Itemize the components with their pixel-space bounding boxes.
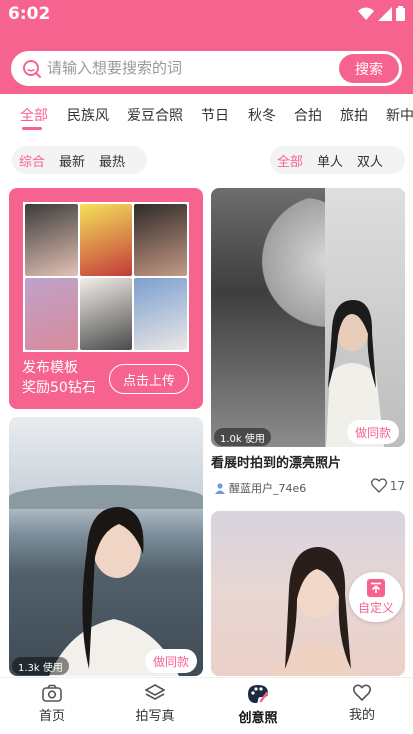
tab-idol-photo[interactable]: 爱豆合照	[127, 105, 183, 125]
signal-icon	[378, 6, 392, 21]
layers-icon	[145, 684, 165, 700]
like-count: 17	[389, 478, 405, 493]
card-info: 看展时拍到的漂亮照片 醒蓝用户_74e6 17	[211, 452, 405, 495]
nav-creative[interactable]: 创意照	[223, 684, 293, 726]
usage-badge: 1.0k 使用	[214, 428, 271, 446]
search-icon	[23, 60, 41, 78]
card-author[interactable]: 醒蓝用户_74e6	[215, 480, 306, 496]
author-name: 醒蓝用户_74e6	[229, 482, 307, 495]
palette-icon	[248, 685, 269, 703]
make-same-button[interactable]: 做同款	[144, 649, 197, 673]
upload-arrow-icon	[367, 578, 385, 597]
search-bar: 搜索	[11, 51, 402, 86]
card-title: 看展时拍到的漂亮照片	[211, 456, 342, 471]
filter-hottest[interactable]: 最热	[92, 151, 132, 170]
tab-all[interactable]: 全部	[20, 105, 48, 125]
template-collage-image	[23, 202, 189, 352]
nav-portrait[interactable]: 拍写真	[120, 684, 190, 724]
status-bar: 6:02	[0, 0, 413, 30]
portrait-image	[49, 507, 179, 676]
customize-button[interactable]: 自定义	[349, 572, 403, 622]
filter-double[interactable]: 双人	[350, 151, 390, 170]
people-filter-group: 全部 单人 双人	[270, 146, 405, 174]
category-tabs: 全部 民族风 爱豆合照 节日 秋冬 合拍 旅拍 新中	[0, 98, 413, 132]
nav-mine[interactable]: 我的	[327, 684, 397, 723]
make-same-button[interactable]: 做同款	[346, 420, 399, 444]
tab-festival[interactable]: 节日	[201, 105, 229, 125]
tab-co-shoot[interactable]: 合拍	[294, 105, 322, 125]
sort-filter-group: 综合 最新 最热	[12, 146, 147, 174]
filter-single[interactable]: 单人	[310, 151, 350, 170]
promo-line-2: 奖励50钻石	[22, 380, 96, 396]
nav-home-label: 首页	[38, 709, 65, 724]
like-button[interactable]: 17	[370, 478, 405, 493]
heart-outline-icon	[370, 478, 387, 493]
nav-home[interactable]: 首页	[17, 684, 87, 724]
user-icon	[215, 482, 225, 494]
filter-newest[interactable]: 最新	[52, 151, 92, 170]
search-input[interactable]	[47, 57, 337, 79]
template-card-photo[interactable]: 1.0k 使用 做同款	[211, 188, 405, 447]
tab-new-chinese[interactable]: 新中	[386, 105, 413, 125]
nav-creative-label: 创意照	[238, 711, 278, 726]
active-tab-indicator	[22, 127, 42, 130]
tab-travel[interactable]: 旅拍	[340, 105, 368, 125]
camera-icon	[42, 684, 62, 702]
promo-line-1: 发布模板	[22, 360, 78, 376]
status-icons	[358, 6, 405, 21]
wifi-icon	[358, 7, 374, 20]
usage-badge: 1.3k 使用	[12, 657, 69, 675]
tab-autumn-winter[interactable]: 秋冬	[248, 105, 276, 125]
heart-icon	[353, 684, 371, 701]
promo-text: 发布模板 奖励50钻石	[22, 358, 96, 398]
search-button[interactable]: 搜索	[339, 54, 399, 83]
tab-ethnic[interactable]: 民族风	[67, 105, 109, 125]
upload-promo-card[interactable]: 发布模板 奖励50钻石 点击上传	[9, 188, 203, 409]
app-header: 6:02 搜索	[0, 0, 413, 94]
template-card-photo[interactable]: 1.3k 使用 做同款	[9, 417, 203, 676]
customize-label: 自定义	[357, 600, 394, 615]
status-time: 6:02	[8, 4, 51, 24]
battery-icon	[396, 6, 405, 21]
nav-mine-label: 我的	[348, 708, 375, 723]
upload-button[interactable]: 点击上传	[109, 364, 189, 394]
nav-portrait-label: 拍写真	[135, 709, 175, 724]
bottom-navigation: 首页 拍写真 创意照 我的	[0, 677, 413, 734]
filter-all-people[interactable]: 全部	[270, 151, 310, 170]
filter-comprehensive[interactable]: 综合	[12, 151, 52, 170]
